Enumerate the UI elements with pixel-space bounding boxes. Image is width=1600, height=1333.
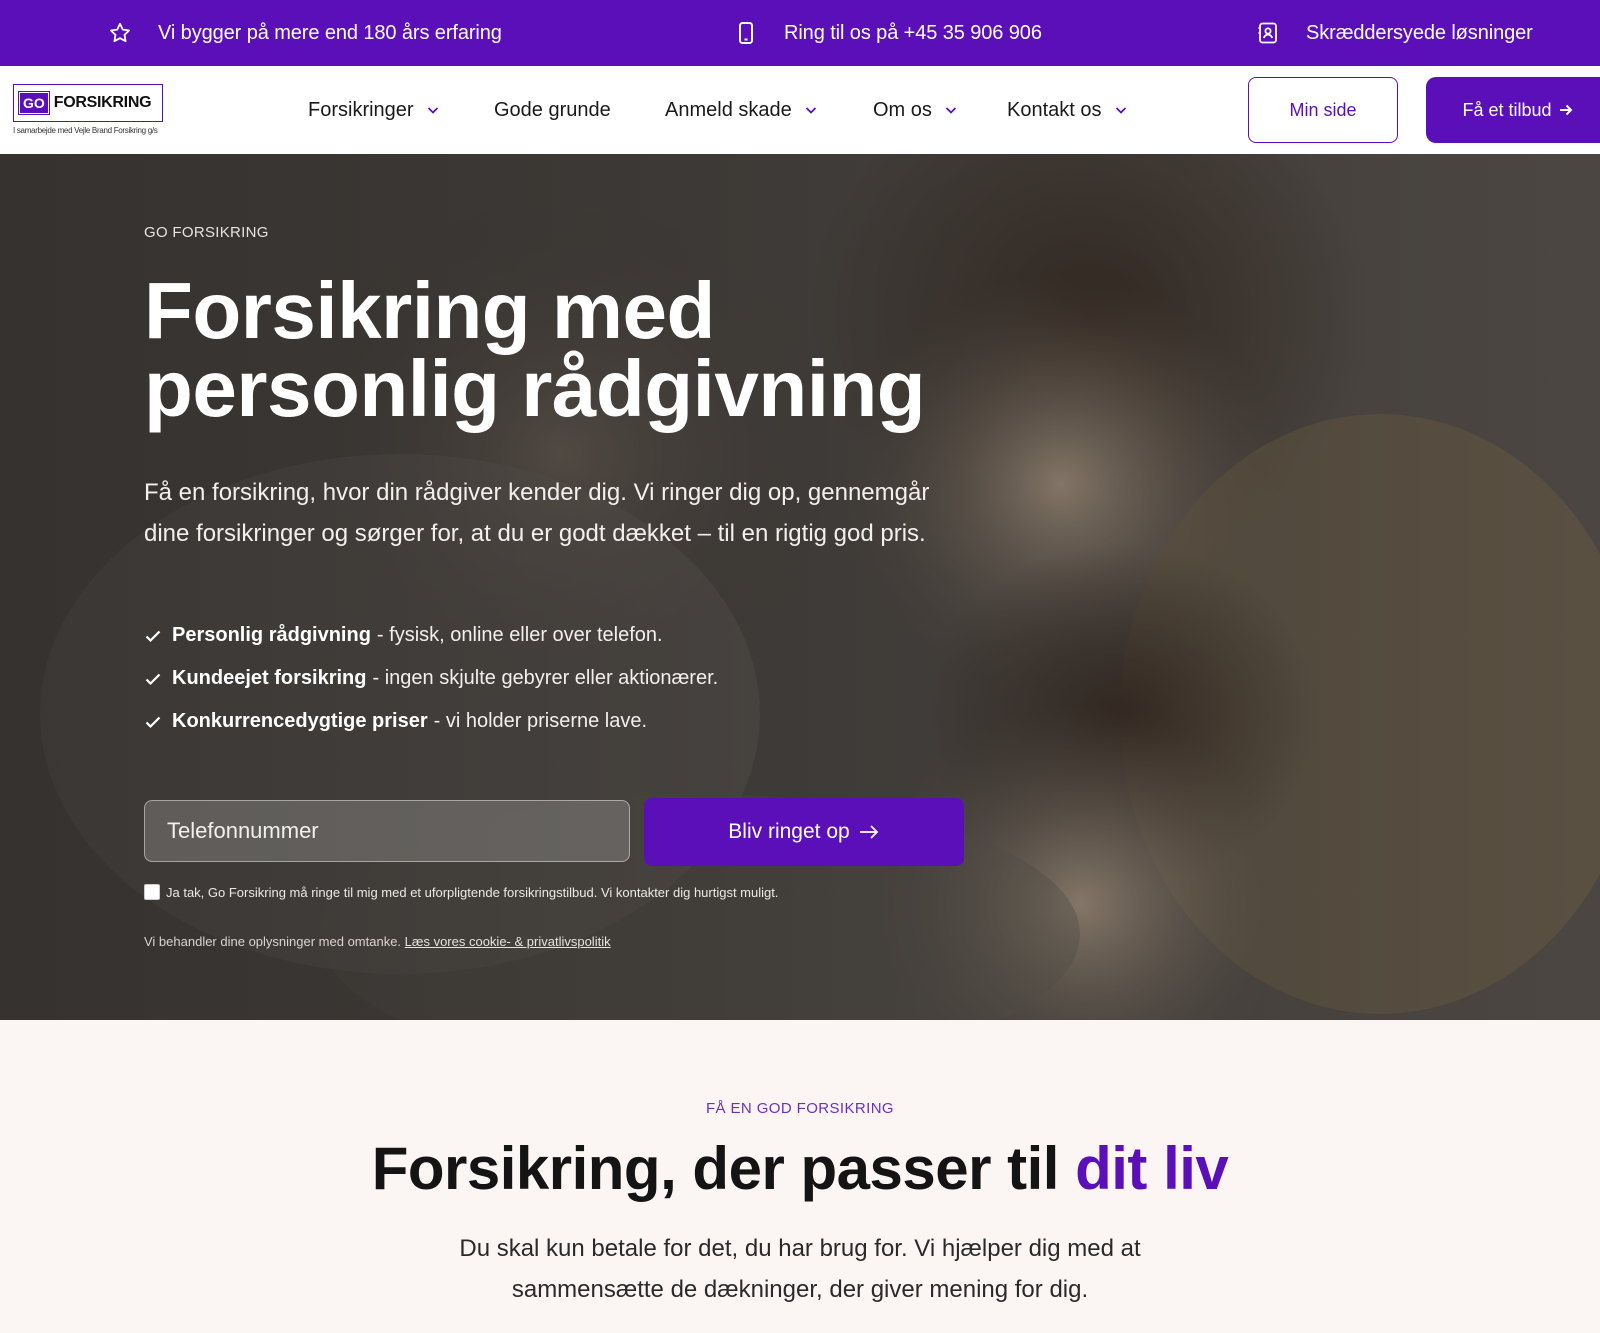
topbar-item-solutions: Skræddersyede løsninger	[1256, 0, 1533, 66]
nav-label: Om os	[873, 98, 932, 121]
consent-row: Ja tak, Go Forsikring må ringe til mig m…	[144, 884, 778, 900]
main-header: GO FORSIKRING I samarbejde med Vejle Bra…	[0, 66, 1600, 154]
section-title: Forsikring, der passer til dit liv	[0, 1134, 1600, 1203]
hero-lead: Få en forsikring, hvor din rådgiver kend…	[144, 479, 930, 547]
topbar-text: Vi bygger på mere end 180 års erfaring	[158, 21, 502, 44]
call-me-label: Bliv ringet op	[728, 820, 850, 843]
get-quote-label: Få et tilbud	[1462, 99, 1552, 120]
nav-anmeld-skade[interactable]: Anmeld skade	[665, 66, 818, 154]
checkmark-icon	[145, 630, 161, 642]
privacy-text: Vi behandler dine oplysninger med omtank…	[144, 934, 402, 949]
nav-label: Gode grunde	[494, 98, 611, 121]
privacy-policy-link[interactable]: Læs vores cookie- & privatlivspolitik	[405, 934, 611, 949]
get-quote-button[interactable]: Få et tilbud	[1426, 77, 1600, 143]
chevron-down-icon	[427, 107, 438, 114]
mobile-phone-icon	[739, 22, 753, 44]
hero-title-line2: personlig rådgivning	[144, 344, 926, 433]
hero-eyebrow: GO FORSIKRING	[144, 224, 269, 241]
chevron-down-icon	[945, 107, 957, 114]
topbar-item-phone[interactable]: Ring til os på +45 35 906 906	[734, 0, 1042, 66]
benefit-item: Konkurrencedygtige priser - vi holder pr…	[144, 700, 718, 743]
chevron-down-icon	[1115, 107, 1126, 114]
nav-label: Kontakt os	[1007, 98, 1102, 121]
min-side-label: Min side	[1289, 99, 1357, 120]
benefit-item: Kundeejet forsikring - ingen skjulte geb…	[144, 657, 718, 700]
logo-go: GO	[18, 91, 50, 115]
nav-gode-grunde[interactable]: Gode grunde	[494, 66, 611, 154]
nav-om-os[interactable]: Om os	[873, 66, 958, 154]
contact-card-icon	[1258, 22, 1277, 44]
logo-name: FORSIKRING	[53, 94, 152, 111]
section-text: Du skal kun betale for det, du har brug …	[459, 1235, 1141, 1303]
checkmark-icon	[145, 673, 161, 685]
hero-section: GO FORSIKRING Forsikring med personlig r…	[0, 154, 1600, 1020]
section-title-accent: dit liv	[1075, 1135, 1229, 1202]
checkmark-icon	[145, 716, 161, 728]
chevron-down-icon	[805, 107, 816, 114]
phone-number-input[interactable]	[144, 800, 630, 862]
min-side-button[interactable]: Min side	[1248, 77, 1398, 143]
consent-text: Ja tak, Go Forsikring må ringe til mig m…	[166, 884, 779, 900]
benefit-text: - vi holder priserne lave.	[433, 710, 648, 732]
logo[interactable]: GO FORSIKRING I samarbejde med Vejle Bra…	[13, 84, 163, 135]
section-title-main: Forsikring, der passer til	[371, 1135, 1076, 1202]
call-me-button[interactable]: Bliv ringet op	[644, 798, 964, 866]
nav-kontakt-os[interactable]: Kontakt os	[1007, 66, 1128, 154]
benefit-text: - fysisk, online eller over telefon.	[376, 624, 663, 646]
benefit-title: Konkurrencedygtige priser	[172, 710, 428, 732]
benefit-title: Kundeejet forsikring	[172, 667, 367, 689]
topbar-text: Ring til os på +45 35 906 906	[784, 21, 1042, 44]
star-icon	[110, 22, 130, 43]
section-eyebrow: FÅ EN GOD FORSIKRING	[705, 1100, 894, 1117]
benefit-item: Personlig rådgivning - fysisk, online el…	[144, 614, 718, 657]
arrow-right-icon	[859, 825, 878, 839]
hero-title: Forsikring med personlig rådgivning	[144, 271, 1044, 429]
nav-label: Forsikringer	[308, 98, 414, 121]
nav-forsikringer[interactable]: Forsikringer	[308, 66, 440, 154]
benefit-title: Personlig rådgivning	[172, 624, 371, 646]
arrow-right-icon	[1559, 104, 1572, 116]
consent-checkbox[interactable]	[144, 884, 160, 900]
benefit-text: - ingen skjulte gebyrer eller aktionærer…	[372, 667, 719, 689]
hero-title-line1: Forsikring med	[144, 266, 715, 355]
logo-tagline: I samarbejde med Vejle Brand Forsikring …	[13, 126, 158, 135]
intro-section: FÅ EN GOD FORSIKRING Forsikring, der pas…	[0, 1020, 1600, 1333]
privacy-note: Vi behandler dine oplysninger med omtank…	[144, 934, 611, 949]
topbar-text: Skræddersyede løsninger	[1306, 21, 1533, 44]
top-info-bar: Vi bygger på mere end 180 års erfaring R…	[0, 0, 1600, 66]
topbar-item-experience: Vi bygger på mere end 180 års erfaring	[108, 0, 502, 66]
nav-label: Anmeld skade	[665, 98, 792, 121]
benefit-list: Personlig rådgivning - fysisk, online el…	[144, 614, 718, 743]
